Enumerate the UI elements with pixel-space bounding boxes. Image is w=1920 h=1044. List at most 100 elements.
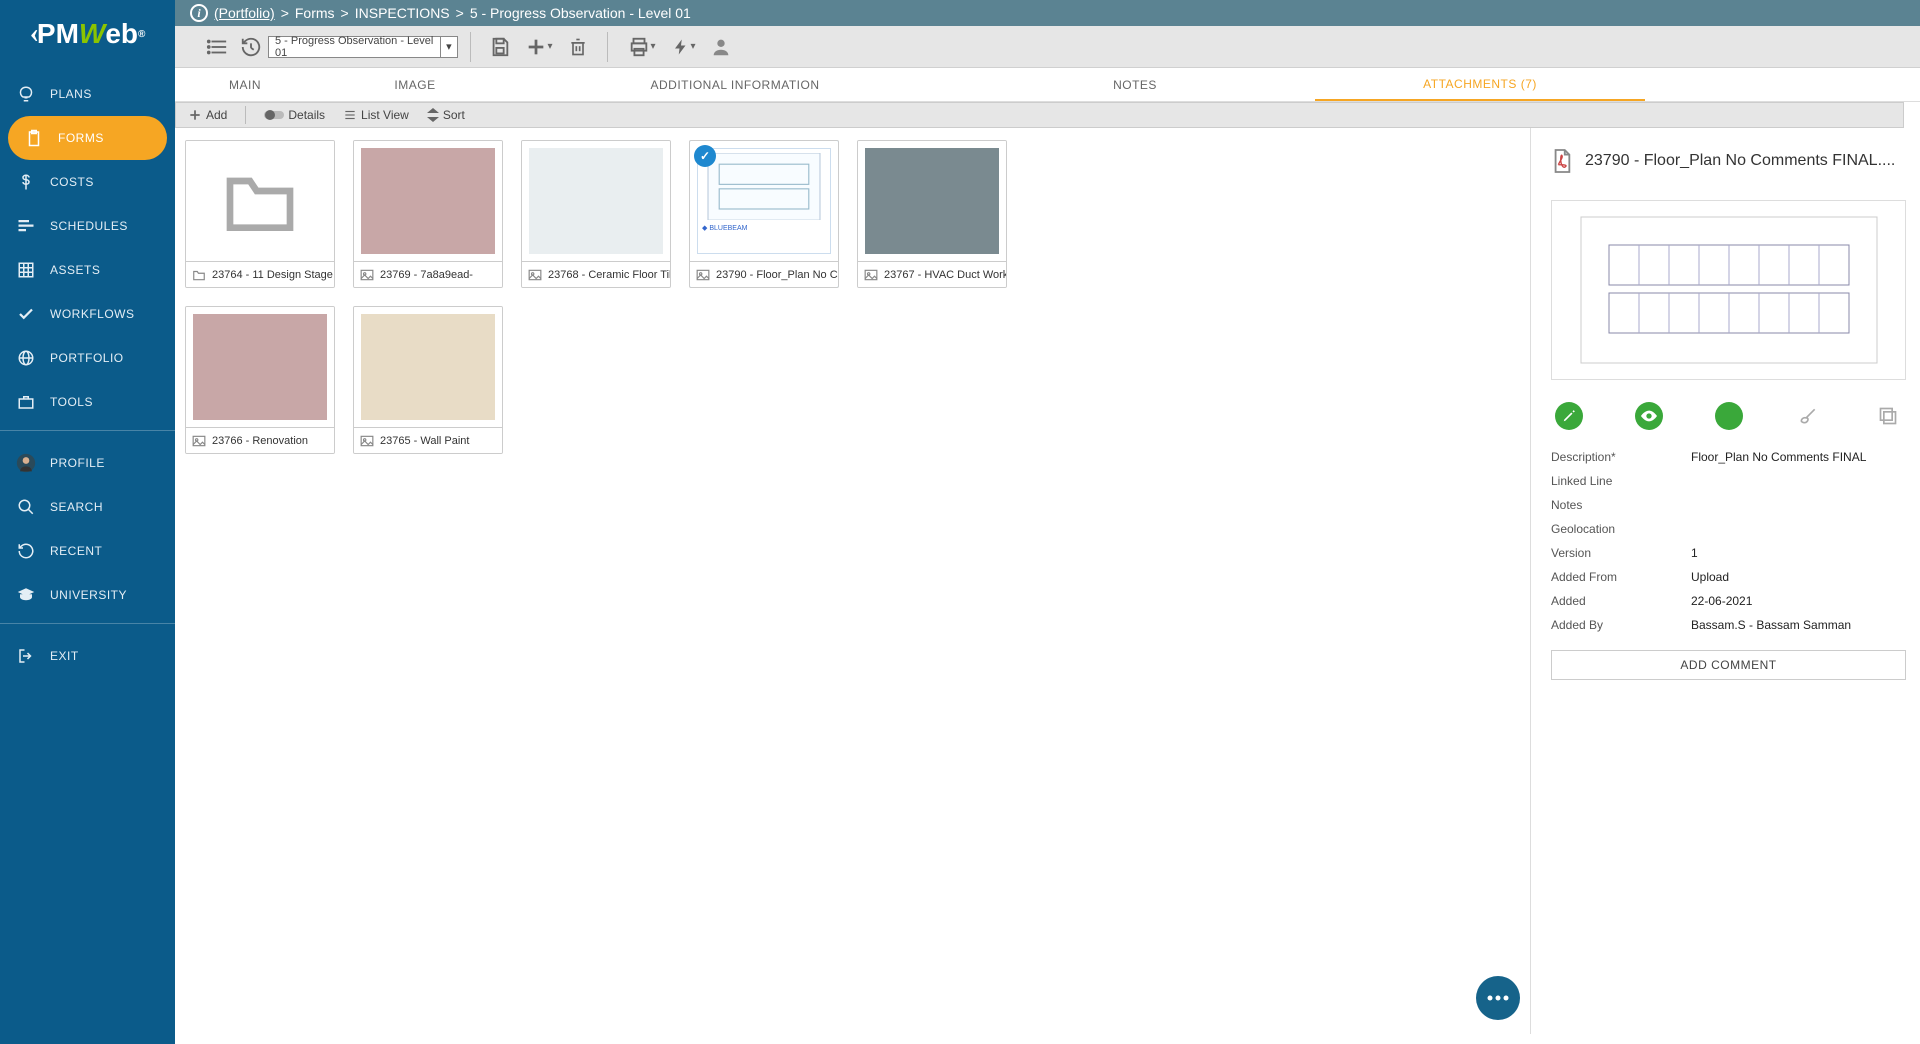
breadcrumb-part[interactable]: Forms (295, 5, 335, 21)
sidebar-item-recent[interactable]: RECENT (0, 529, 175, 573)
sidebar-item-workflows[interactable]: WORKFLOWS (0, 292, 175, 336)
tab-main[interactable]: MAIN (175, 68, 315, 101)
avatar-icon (16, 453, 36, 473)
add-icon[interactable]: ▾ (517, 30, 561, 64)
bars-icon (16, 216, 36, 236)
briefcase-icon (16, 392, 36, 412)
exit-icon (16, 646, 36, 666)
attachment-card[interactable]: 23769 - 7a8a9ead- (353, 140, 503, 288)
record-select[interactable]: 5 - Progress Observation - Level 01 ▾ (268, 36, 458, 58)
add-label: Add (206, 108, 227, 122)
details-title: 23790 - Floor_Plan No Comments FINAL.... (1585, 152, 1895, 170)
details-row: Notes (1551, 498, 1906, 512)
sidebar-item-label: WORKFLOWS (50, 307, 135, 321)
attachment-card[interactable]: 23764 - 11 Design Stage (185, 140, 335, 288)
attachment-label: 23769 - 7a8a9ead- (380, 269, 473, 281)
sidebar-item-tools[interactable]: TOOLS (0, 380, 175, 424)
listview-button[interactable]: List View (343, 108, 409, 122)
print-icon[interactable]: ▾ (620, 30, 664, 64)
details-row: Description*Floor_Plan No Comments FINAL (1551, 450, 1906, 464)
sidebar-item-schedules[interactable]: SCHEDULES (0, 204, 175, 248)
details-row: Linked Line (1551, 474, 1906, 488)
sidebar-item-assets[interactable]: ASSETS (0, 248, 175, 292)
sidebar-item-plans[interactable]: PLANS (0, 72, 175, 116)
pdf-icon (1551, 148, 1573, 174)
image-icon (360, 269, 374, 281)
download-icon[interactable] (1715, 402, 1743, 430)
sidebar-item-forms[interactable]: FORMS (8, 116, 167, 160)
bulb-icon (16, 84, 36, 104)
list-icon[interactable] (200, 30, 234, 64)
attachment-label: 23764 - 11 Design Stage (212, 269, 333, 281)
details-row: Version1 (1551, 546, 1906, 560)
sidebar-item-label: ASSETS (50, 263, 100, 277)
attachment-card[interactable]: 23768 - Ceramic Floor Tiling (521, 140, 671, 288)
sidebar-item-costs[interactable]: COSTS (0, 160, 175, 204)
details-row: Geolocation (1551, 522, 1906, 536)
image-icon (528, 269, 542, 281)
info-icon[interactable]: i (190, 4, 208, 22)
fab-more[interactable] (1476, 976, 1520, 1020)
breadcrumb-part[interactable]: INSPECTIONS (355, 5, 450, 21)
attachment-card[interactable]: ✓◆ BLUEBEAM23790 - Floor_Plan No Com... (689, 140, 839, 288)
history-icon (16, 541, 36, 561)
field-label: Added By (1551, 618, 1691, 632)
field-value: 1 (1691, 546, 1698, 560)
tab-image[interactable]: IMAGE (315, 68, 515, 101)
folder-icon (192, 269, 206, 281)
details-preview[interactable] (1551, 200, 1906, 380)
save-icon[interactable] (483, 30, 517, 64)
search-icon (16, 497, 36, 517)
logo[interactable]: ‹PMWeb® (0, 0, 175, 68)
add-comment-button[interactable]: ADD COMMENT (1551, 650, 1906, 680)
attachment-label: 23766 - Renovation (212, 435, 308, 447)
sort-button[interactable]: Sort (427, 108, 465, 122)
details-toggle[interactable]: Details (264, 108, 325, 122)
check-icon (16, 304, 36, 324)
attachment-card[interactable]: 23766 - Renovation (185, 306, 335, 454)
sort-label: Sort (443, 108, 465, 122)
breadcrumb-root[interactable]: (Portfolio) (214, 5, 275, 21)
edit-icon[interactable] (1555, 402, 1583, 430)
sidebar-item-exit[interactable]: EXIT (0, 634, 175, 678)
sidebar-item-search[interactable]: SEARCH (0, 485, 175, 529)
field-label: Description* (1551, 450, 1691, 464)
field-value: Upload (1691, 570, 1729, 584)
sidebar-item-label: FORMS (58, 131, 104, 145)
details-label: Details (288, 108, 325, 122)
delete-icon[interactable] (561, 30, 595, 64)
attachment-card[interactable]: 23767 - HVAC Duct Work (857, 140, 1007, 288)
attachment-card[interactable]: 23765 - Wall Paint (353, 306, 503, 454)
breadcrumb-part[interactable]: 5 - Progress Observation - Level 01 (470, 5, 691, 21)
bolt-icon[interactable]: ▾ (664, 30, 704, 64)
field-label: Notes (1551, 498, 1691, 512)
user-icon[interactable] (704, 30, 738, 64)
tab-notes[interactable]: NOTES (955, 68, 1315, 101)
tab-additional[interactable]: ADDITIONAL INFORMATION (515, 68, 955, 101)
sidebar-item-label: PROFILE (50, 456, 105, 470)
grid-icon (16, 260, 36, 280)
sidebar-item-label: UNIVERSITY (50, 588, 127, 602)
sidebar-item-label: PLANS (50, 87, 92, 101)
brush-icon[interactable] (1794, 402, 1822, 430)
sidebar-item-label: TOOLS (50, 395, 93, 409)
sidebar-item-university[interactable]: UNIVERSITY (0, 573, 175, 617)
view-icon[interactable] (1635, 402, 1663, 430)
attachment-label: 23767 - HVAC Duct Work (884, 269, 1006, 281)
attachment-label: 23790 - Floor_Plan No Com... (716, 269, 838, 281)
attachments-grid: 23764 - 11 Design Stage 23769 - 7a8a9ead-… (185, 140, 1085, 454)
history-icon[interactable] (234, 30, 268, 64)
record-tabs: MAIN IMAGE ADDITIONAL INFORMATION NOTES … (175, 68, 1920, 102)
sidebar-item-label: SEARCH (50, 500, 103, 514)
field-label: Added (1551, 594, 1691, 608)
cap-icon (16, 585, 36, 605)
clipboard-icon (24, 128, 44, 148)
layers-icon[interactable] (1874, 402, 1902, 430)
sidebar-item-portfolio[interactable]: PORTFOLIO (0, 336, 175, 380)
details-row: Added FromUpload (1551, 570, 1906, 584)
tab-attachments[interactable]: ATTACHMENTS (7) (1315, 68, 1645, 101)
sidebar-item-profile[interactable]: PROFILE (0, 441, 175, 485)
field-value: Bassam.S - Bassam Samman (1691, 618, 1851, 632)
attachment-label: 23768 - Ceramic Floor Tiling (548, 269, 670, 281)
add-button[interactable]: Add (188, 108, 227, 122)
